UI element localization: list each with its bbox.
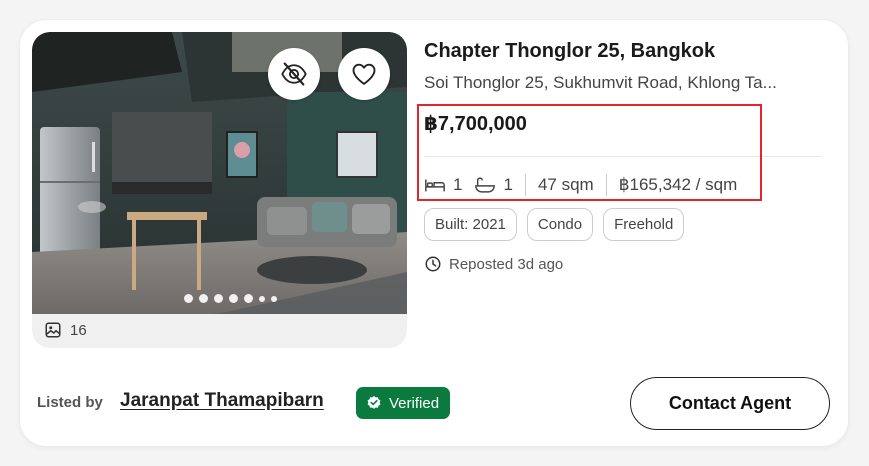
listing-specs: 1 1 47 sqm ฿165,342 / sqm: [424, 173, 737, 197]
eye-off-icon: [281, 62, 307, 86]
spec-separator: [605, 174, 607, 196]
price-per-sqm: ฿165,342 / sqm: [618, 175, 738, 194]
tag-property-type: Condo: [526, 208, 594, 241]
heart-icon: [352, 63, 376, 85]
bedrooms-value: 1: [453, 175, 463, 194]
listing-tags: Built: 2021 Condo Freehold: [424, 208, 685, 241]
verified-badge-icon: [367, 396, 381, 409]
photo-count: 16: [44, 321, 87, 339]
listing-address: Soi Thonglor 25, Sukhumvit Road, Khlong …: [424, 73, 777, 92]
bath-icon: [475, 177, 496, 193]
listing-title[interactable]: Chapter Thonglor 25, Bangkok: [424, 40, 715, 63]
carousel-dot[interactable]: [229, 294, 238, 303]
reposted-info: Reposted 3d ago: [424, 255, 563, 273]
agent-name-link[interactable]: Jaranpat Thamapibarn: [120, 390, 324, 412]
bathrooms-value: 1: [503, 175, 513, 194]
verified-badge: Verified: [356, 387, 451, 419]
reposted-text: Reposted 3d ago: [449, 255, 564, 273]
carousel-dot[interactable]: [271, 295, 277, 302]
hide-listing-button[interactable]: [268, 48, 320, 100]
carousel-dot[interactable]: [259, 295, 265, 302]
bedrooms: 1: [424, 175, 462, 195]
listing-price: ฿7,700,000: [424, 113, 527, 135]
spec-separator: [524, 174, 526, 196]
listing-photo[interactable]: [32, 32, 407, 314]
bed-icon: [425, 179, 445, 192]
tag-built: Built: 2021: [424, 208, 517, 241]
carousel-dot[interactable]: [184, 294, 193, 303]
photo-gallery[interactable]: 16: [32, 32, 407, 348]
carousel-dot[interactable]: [199, 294, 208, 303]
carousel-dots[interactable]: [184, 294, 277, 303]
contact-agent-button[interactable]: Contact Agent: [630, 377, 830, 430]
tag-tenure: Freehold: [603, 208, 685, 241]
favorite-button[interactable]: [338, 48, 390, 100]
area: 47 sqm: [537, 175, 594, 194]
verified-label: Verified: [389, 394, 440, 412]
carousel-dot[interactable]: [214, 294, 223, 303]
clock-icon: [425, 256, 441, 272]
listing-card[interactable]: 16 Chapter Thonglor 25, Bangkok Soi Thon…: [20, 20, 848, 446]
bathrooms: 1: [474, 175, 513, 195]
listed-by-label: Listed by: [37, 394, 103, 411]
divider: [424, 156, 822, 157]
photo-count-value: 16: [70, 321, 87, 339]
image-icon: [45, 322, 61, 338]
carousel-dot[interactable]: [244, 294, 253, 303]
